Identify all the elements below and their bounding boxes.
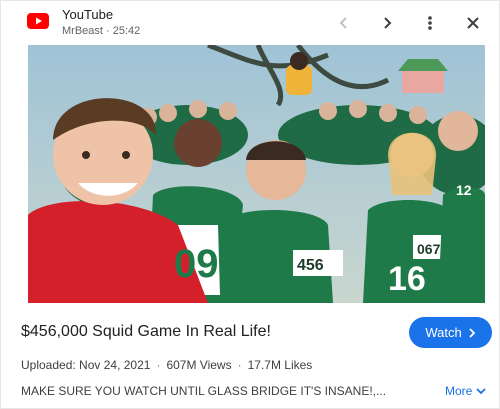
video-description: MAKE SURE YOU WATCH UNTIL GLASS BRIDGE I… [21,384,387,398]
chevron-right-icon [384,17,392,29]
more-button[interactable]: More [445,384,486,398]
source-subtitle: MrBeast · 25:42 [62,25,141,37]
view-count: 607M Views [166,358,232,372]
jersey-number: 456 [297,257,324,274]
more-vert-icon [428,16,432,30]
jersey-number: 16 [388,260,426,298]
chevron-down-icon [476,388,486,395]
previous-button[interactable] [330,9,358,37]
chevron-right-icon [469,327,475,338]
more-label: More [445,384,473,398]
video-meta: Uploaded: Nov 24, 2021 · 607M Views · 17.7M … [21,358,312,372]
next-button[interactable] [373,9,401,37]
close-icon [467,17,479,29]
watch-button-label: Watch [425,325,462,340]
thumbnail-image: 09 456 067 12 16 [28,45,485,303]
upload-date: Uploaded: Nov 24, 2021 [21,358,151,372]
video-title[interactable]: $456,000 Squid Game In Real Life! [21,323,271,341]
chevron-left-icon [339,17,347,29]
separator: · [237,358,242,372]
like-count: 17.7M Likes [247,358,313,372]
card-header: YouTube MrBeast · 25:42 [1,1,500,45]
youtube-logo-icon [27,13,49,29]
result-card: YouTube MrBeast · 25:42 09 456 067 12 16… [0,0,500,409]
video-thumbnail[interactable]: 09 456 067 12 16 [28,45,485,303]
jersey-number: 12 [456,182,472,198]
jersey-number: 067 [417,241,441,257]
close-button[interactable] [459,9,487,37]
source-name: YouTube [62,7,114,22]
watch-button[interactable]: Watch [409,317,492,348]
more-options-button[interactable] [416,9,444,37]
separator: · [156,358,161,372]
jersey-number: 09 [174,242,219,286]
